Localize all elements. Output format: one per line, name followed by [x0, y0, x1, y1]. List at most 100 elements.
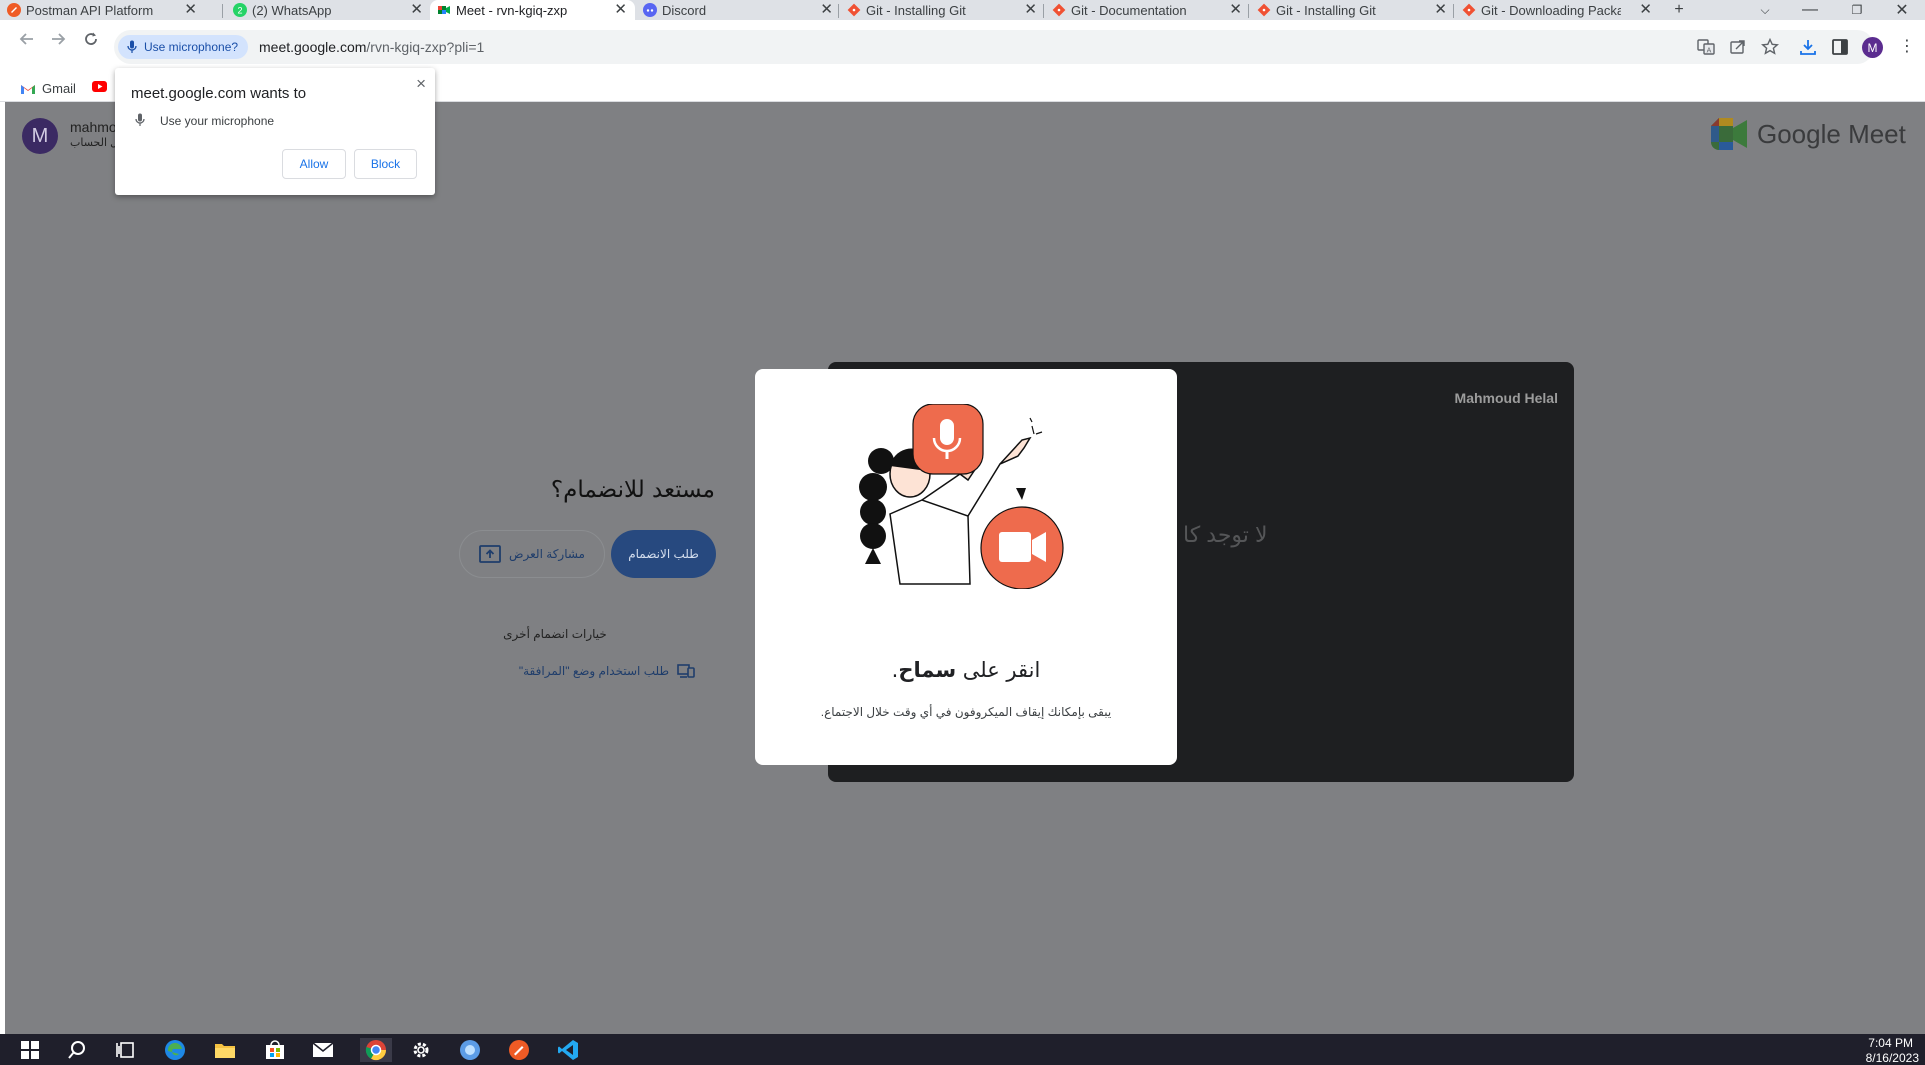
back-button[interactable] [14, 26, 40, 52]
microphone-icon [127, 40, 137, 53]
tab-label: (2) WhatsApp [252, 2, 332, 18]
store-icon[interactable] [263, 1038, 287, 1062]
back-arrow-icon [19, 33, 33, 45]
popup-close-icon[interactable]: × [416, 74, 426, 94]
ask-to-join-label: طلب الانضمام [628, 547, 699, 561]
window-close-button[interactable]: ✕ [1887, 0, 1917, 20]
tab-separator [1248, 4, 1249, 18]
close-icon[interactable]: ✕ [1229, 1, 1242, 19]
mail-icon[interactable] [311, 1038, 335, 1062]
use-microphone-chip[interactable]: Use microphone? [118, 35, 249, 59]
vscode-icon[interactable] [556, 1038, 580, 1062]
tab-postman[interactable]: Postman API Platform ✕ [0, 0, 205, 20]
forward-button[interactable] [45, 26, 71, 52]
block-button[interactable]: Block [354, 149, 417, 179]
close-icon[interactable]: ✕ [1024, 1, 1037, 19]
share-icon[interactable] [1729, 38, 1747, 56]
url-path: /rvn-kgiq-zxp?pli=1 [366, 39, 485, 55]
profile-avatar[interactable]: M [1862, 37, 1883, 58]
tab-label: Git - Installing Git [866, 2, 966, 18]
taskbar-clock-date[interactable]: 8/16/2023 [1866, 1051, 1919, 1065]
reload-button[interactable] [78, 26, 104, 52]
companion-mode-label: طلب استخدام وضع "المرافقة" [518, 664, 669, 678]
meet-logo-icon [1711, 118, 1747, 150]
settings-gear-icon[interactable] [409, 1038, 433, 1062]
camera-off-message: لا توجد كا [1183, 522, 1268, 547]
tab-git-downloading[interactable]: Git - Downloading Package ✕ [1455, 0, 1660, 20]
bookmark-star-icon[interactable] [1761, 38, 1779, 56]
youtube-icon [92, 81, 107, 92]
address-bar[interactable]: Use microphone? meet.google.com/rvn-kgiq… [114, 30, 1874, 64]
present-to-all-icon [479, 545, 501, 563]
url-text[interactable]: meet.google.com/rvn-kgiq-zxp?pli=1 [259, 39, 484, 55]
tab-label: Discord [662, 2, 707, 18]
close-icon[interactable]: ✕ [1639, 1, 1652, 19]
new-tab-button[interactable]: + [1664, 0, 1694, 20]
tab-label: Meet - rvn-kgiq-zxp [456, 2, 568, 18]
microphone-icon [135, 113, 145, 126]
tab-discord[interactable]: Discord ✕ [636, 0, 841, 20]
chrome-taskbar-icon[interactable] [360, 1038, 392, 1062]
snip-tool-icon[interactable] [458, 1038, 482, 1062]
use-microphone-label: Use microphone? [144, 40, 239, 54]
file-explorer-icon[interactable] [213, 1038, 237, 1062]
tab-label: Git - Documentation [1071, 2, 1187, 18]
popup-permission-text: Use your microphone [160, 114, 275, 128]
whatsapp-icon: 2 [233, 3, 247, 17]
permission-title: انقر على سماح. [755, 658, 1177, 682]
permission-subtitle: يبقى بإمكانك إيقاف الميكروفون في أي وقت … [820, 705, 1112, 719]
url-host: meet.google.com [259, 39, 367, 55]
translate-icon[interactable]: A [1697, 38, 1715, 56]
allow-button[interactable]: Allow [282, 149, 346, 179]
git-icon [847, 3, 861, 17]
other-joining-options: خيارات انضمام أخرى [503, 627, 607, 641]
tab-search-icon[interactable]: ⌵ [1750, 0, 1780, 20]
side-panel-icon[interactable] [1830, 37, 1850, 57]
close-icon[interactable]: ✕ [1434, 1, 1447, 19]
meet-logo-text: Google Meet [1757, 118, 1906, 149]
minimize-button[interactable]: — [1795, 0, 1825, 20]
companion-mode-link[interactable]: طلب استخدام وضع "المرافقة" [495, 664, 695, 678]
companion-mode-icon [677, 664, 695, 678]
svg-text:2: 2 [237, 6, 242, 16]
account-name: mahmo [70, 119, 117, 135]
tab-strip: Postman API Platform ✕ 2 (2) WhatsApp ✕ … [0, 0, 1925, 20]
tab-git-documentation[interactable]: Git - Documentation ✕ [1045, 0, 1250, 20]
search-icon[interactable] [65, 1038, 89, 1062]
tab-git-installing-2[interactable]: Git - Installing Git ✕ [1250, 0, 1455, 20]
git-icon [1052, 3, 1066, 17]
permission-dialog: انقر على سماح. يبقى بإمكانك إيقاف الميكر… [755, 369, 1177, 765]
restore-button[interactable]: ❐ [1842, 0, 1872, 20]
tab-whatsapp[interactable]: 2 (2) WhatsApp ✕ [226, 0, 431, 20]
taskbar-clock-time[interactable]: 7:04 PM [1868, 1036, 1913, 1050]
account-avatar[interactable]: M [22, 118, 58, 154]
present-button[interactable]: مشاركة العرض [459, 530, 605, 578]
close-icon[interactable]: ✕ [614, 1, 627, 19]
tab-separator [838, 4, 839, 18]
reload-icon [85, 32, 97, 45]
gmail-icon [21, 84, 35, 94]
task-view-icon[interactable] [113, 1038, 137, 1062]
bookmark-gmail[interactable]: Gmail [20, 81, 76, 96]
postman-taskbar-icon[interactable] [507, 1038, 531, 1062]
windows-taskbar: 7:04 PM 8/16/2023 [0, 1034, 1925, 1065]
tab-label: Git - Installing Git [1276, 2, 1376, 18]
git-icon [1257, 3, 1271, 17]
close-icon[interactable]: ✕ [820, 1, 833, 19]
close-icon[interactable]: ✕ [410, 1, 423, 19]
download-icon[interactable] [1798, 37, 1818, 57]
chrome-menu-icon[interactable]: ⋮ [1897, 36, 1917, 56]
tab-meet[interactable]: Meet - rvn-kgiq-zxp ✕ [430, 0, 635, 20]
tab-separator [1043, 4, 1044, 18]
bookmark-youtube[interactable] [92, 81, 107, 92]
tab-git-installing[interactable]: Git - Installing Git ✕ [840, 0, 1045, 20]
microphone-permission-popup: meet.google.com wants to × Use your micr… [115, 68, 435, 195]
popup-title: meet.google.com wants to [131, 85, 307, 102]
preview-participant-name: Mahmoud Helal [1454, 390, 1558, 406]
present-label: مشاركة العرض [509, 547, 585, 561]
windows-start-icon[interactable] [18, 1038, 42, 1062]
ask-to-join-button[interactable]: طلب الانضمام [611, 530, 716, 578]
edge-icon[interactable] [163, 1038, 187, 1062]
close-icon[interactable]: ✕ [184, 1, 197, 19]
permission-title-prefix: انقر على [956, 658, 1041, 682]
